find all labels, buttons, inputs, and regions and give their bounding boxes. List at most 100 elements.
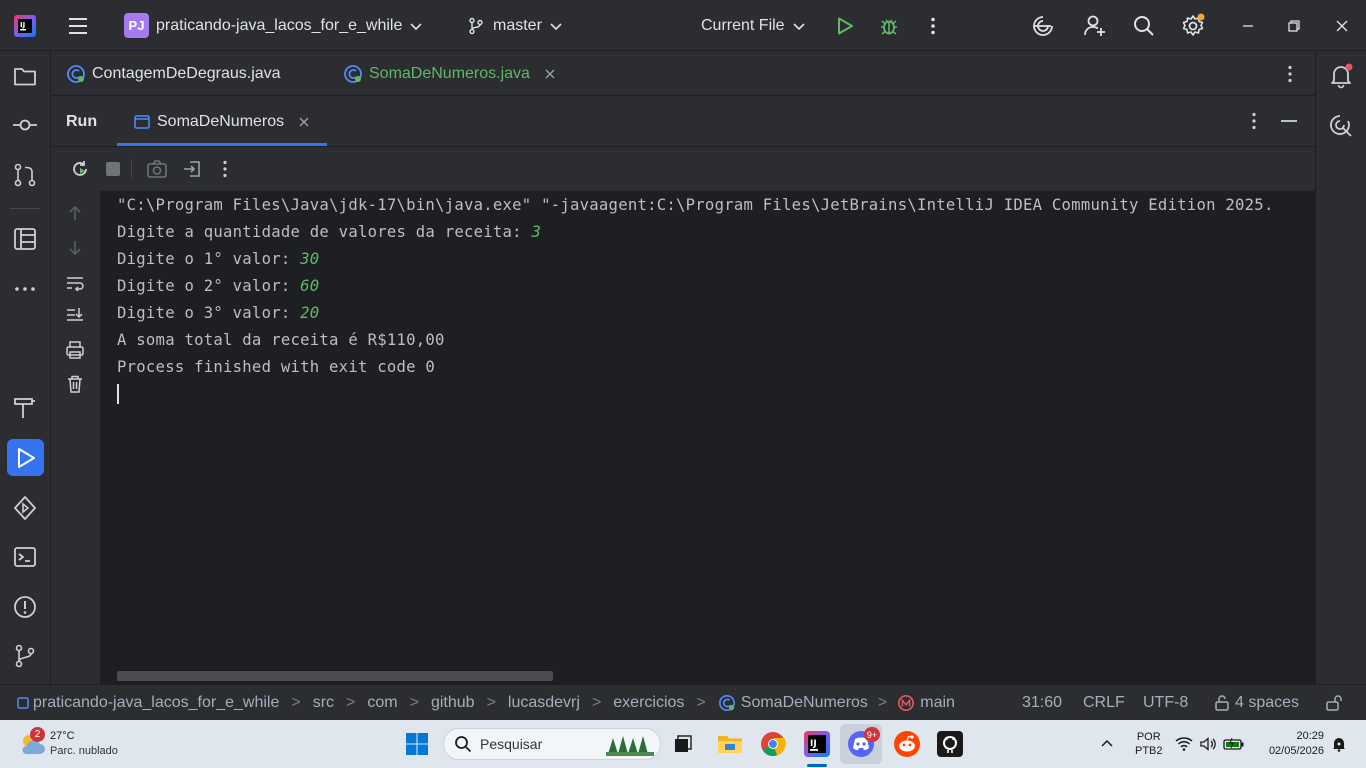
commit-icon[interactable] xyxy=(10,110,40,140)
stop-icon[interactable] xyxy=(105,161,121,177)
horizontal-scrollbar[interactable] xyxy=(117,671,553,681)
close-window-icon[interactable] xyxy=(1335,0,1349,51)
module-square-icon xyxy=(17,697,29,709)
close-tab-icon[interactable] xyxy=(297,115,311,129)
weather-widget[interactable]: 2 27°C Parc. nublado xyxy=(18,720,118,768)
title-bar: IJ PJ praticando-java_lacos_for_e_while … xyxy=(0,0,1366,51)
vcs-branch-widget[interactable]: master xyxy=(467,0,564,51)
restore-layout-icon[interactable] xyxy=(182,159,202,179)
more-actions-icon[interactable] xyxy=(923,0,943,51)
breadcrumb-class[interactable]: SomaDeNumeros xyxy=(741,694,868,712)
run-button[interactable] xyxy=(835,0,855,51)
task-view-icon[interactable] xyxy=(672,720,694,768)
github-icon[interactable] xyxy=(937,720,963,768)
breadcrumb: praticando-java_lacos_for_e_while > src … xyxy=(17,685,955,721)
breadcrumb-com[interactable]: com xyxy=(367,694,397,712)
notifications-bell-icon[interactable] xyxy=(1326,61,1356,91)
main-menu-icon[interactable] xyxy=(66,0,90,51)
search-icon[interactable] xyxy=(1132,0,1156,51)
debug-button[interactable] xyxy=(878,0,900,51)
wifi-icon[interactable] xyxy=(1175,720,1193,768)
hide-panel-icon[interactable] xyxy=(1279,111,1299,131)
tab-label: SomaDeNumeros.java xyxy=(369,64,530,82)
right-tool-strip xyxy=(1315,51,1366,684)
close-tab-icon[interactable] xyxy=(543,67,557,81)
scroll-up-arrow-icon[interactable] xyxy=(65,203,85,223)
taskbar-search[interactable]: Pesquisar xyxy=(443,720,661,768)
intellij-logo-icon[interactable]: IJ xyxy=(14,0,36,51)
tab-contagemdedegraus[interactable]: ContagemDeDegraus.java xyxy=(66,51,281,96)
run-tool-icon[interactable] xyxy=(7,439,44,476)
terminal-icon[interactable] xyxy=(10,542,40,572)
method-icon xyxy=(898,694,915,712)
start-button[interactable] xyxy=(405,720,429,768)
breadcrumb-lucasdevrj[interactable]: lucasdevrj xyxy=(508,694,580,712)
lang-top: POR xyxy=(1136,731,1161,743)
services-icon[interactable] xyxy=(10,493,40,523)
caret-position[interactable]: 31:60 xyxy=(1022,685,1062,721)
breadcrumb-exercicios[interactable]: exercicios xyxy=(613,694,684,712)
breadcrumb-project[interactable]: praticando-java_lacos_for_e_while xyxy=(33,694,279,712)
battery-icon[interactable] xyxy=(1223,720,1245,768)
build-hammer-icon[interactable] xyxy=(10,393,40,423)
ai-chat-icon[interactable] xyxy=(1326,111,1356,141)
search-icon xyxy=(455,736,472,753)
project-widget[interactable]: PJ praticando-java_lacos_for_e_while xyxy=(124,0,424,51)
problems-icon[interactable] xyxy=(10,592,40,622)
breadcrumb-src[interactable]: src xyxy=(313,694,334,712)
breadcrumb-github[interactable]: github xyxy=(431,694,475,712)
indent-settings[interactable]: 4 spaces xyxy=(1213,685,1299,721)
console-output[interactable]: "C:\Program Files\Java\jdk-17\bin\java.e… xyxy=(100,191,1315,684)
scroll-down-arrow-icon[interactable] xyxy=(65,238,85,258)
clear-trash-icon[interactable] xyxy=(65,374,85,394)
input-language[interactable]: POR PTB2 xyxy=(1135,720,1163,768)
structure-icon[interactable] xyxy=(10,224,40,254)
project-folder-icon[interactable] xyxy=(10,61,40,91)
console-line: A soma total da receita é R$110,00 xyxy=(117,331,445,349)
read-only-lock-icon[interactable] xyxy=(1325,685,1343,721)
console-line: "C:\Program Files\Java\jdk-17\bin\java.e… xyxy=(117,196,1274,214)
chrome-icon[interactable] xyxy=(760,720,786,768)
search-placeholder: Pesquisar xyxy=(480,736,543,752)
clock[interactable]: 20:29 02/05/2026 xyxy=(1252,720,1324,768)
console-line: Digite a quantidade de valores da receit… xyxy=(117,223,542,241)
restore-window-icon[interactable] xyxy=(1287,0,1301,51)
git-branch-icon xyxy=(469,17,483,34)
tab-options-icon[interactable] xyxy=(1280,51,1300,96)
print-icon[interactable] xyxy=(65,340,85,360)
run-config-label: Current File xyxy=(701,16,785,34)
tab-label: ContagemDeDegraus.java xyxy=(92,64,281,82)
run-panel-title: Run xyxy=(66,112,98,130)
tab-somadenumeros[interactable]: SomaDeNumeros.java xyxy=(343,51,557,96)
notification-center-icon[interactable] xyxy=(1331,720,1347,768)
file-explorer-icon[interactable] xyxy=(717,720,743,768)
discord-icon[interactable]: 9+ xyxy=(840,720,882,768)
add-user-icon[interactable] xyxy=(1082,0,1108,51)
ai-assistant-icon[interactable] xyxy=(1031,0,1055,51)
pull-requests-icon[interactable] xyxy=(10,160,40,190)
reddit-icon[interactable] xyxy=(893,720,921,768)
line-separator[interactable]: CRLF xyxy=(1083,685,1125,721)
settings-gear-icon[interactable] xyxy=(1180,0,1206,51)
console-line: Process finished with exit code 0 xyxy=(117,358,436,376)
scroll-to-end-icon[interactable] xyxy=(65,305,85,325)
weather-desc: Parc. nublado xyxy=(50,745,118,757)
indent-lock-icon xyxy=(1215,695,1229,711)
more-tools-icon[interactable] xyxy=(10,274,40,304)
file-encoding[interactable]: UTF-8 xyxy=(1143,685,1188,721)
breadcrumb-method[interactable]: main xyxy=(920,694,955,712)
volume-icon[interactable] xyxy=(1199,720,1217,768)
git-icon[interactable] xyxy=(10,641,40,671)
run-tab-somadenumeros[interactable]: SomaDeNumeros xyxy=(133,96,311,147)
intellij-taskbar-icon[interactable]: IJ xyxy=(803,720,831,768)
chevron-down-icon xyxy=(550,22,562,30)
show-hidden-icons[interactable] xyxy=(1100,720,1114,768)
soft-wrap-icon[interactable] xyxy=(65,273,85,293)
screenshot-camera-icon[interactable] xyxy=(146,159,168,179)
toolbar-more-icon[interactable] xyxy=(215,159,235,179)
rerun-icon[interactable] xyxy=(70,159,90,179)
run-toolbar xyxy=(51,147,1315,191)
run-config-selector[interactable]: Current File xyxy=(701,0,807,51)
minimize-window-icon[interactable] xyxy=(1241,0,1255,51)
run-options-icon[interactable] xyxy=(1244,111,1264,131)
